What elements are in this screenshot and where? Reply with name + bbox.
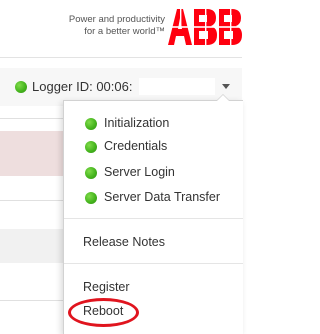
menu-item-release-notes[interactable]: Release Notes (64, 232, 243, 254)
menu-item-reboot[interactable]: Reboot (64, 301, 243, 323)
menu-item-server-data-transfer[interactable]: Server Data Transfer (64, 187, 243, 209)
menu-separator (64, 263, 243, 264)
logger-id-value (139, 78, 215, 95)
background-divider (0, 300, 64, 301)
menu-item-register[interactable]: Register (64, 277, 243, 299)
tagline-line-2: for a better world™ (84, 26, 165, 37)
background-panel (0, 229, 64, 263)
menu-item-label: Credentials (104, 139, 168, 153)
menu-item-server-login[interactable]: Server Login (64, 162, 243, 184)
menu-item-label: Register (83, 280, 130, 294)
logger-dropdown-menu: Initialization Credentials Server Login … (63, 94, 243, 334)
brand-tagline: Power and productivity for a better worl… (69, 14, 165, 38)
status-dot-icon (85, 141, 97, 153)
status-dot-icon (85, 118, 97, 130)
menu-separator (64, 218, 243, 219)
menu-item-label: Server Data Transfer (104, 190, 221, 204)
tagline-line-1: Power and productivity (68, 14, 165, 25)
logger-id-label: Logger ID: 00:06: (32, 79, 133, 94)
status-dot-icon (85, 192, 97, 204)
status-dot-icon (85, 167, 97, 179)
menu-item-label: Server Login (104, 165, 175, 179)
menu-item-initialization[interactable]: Initialization (64, 113, 243, 135)
caret-down-icon[interactable] (222, 84, 230, 89)
menu-item-label: Initialization (104, 116, 170, 130)
menu-item-label: Reboot (83, 304, 124, 318)
background-divider (0, 118, 64, 119)
background-divider (0, 200, 64, 201)
menu-item-label: Release Notes (83, 235, 165, 249)
app-header: Power and productivity for a better worl… (0, 0, 242, 57)
abb-logo (168, 9, 242, 45)
menu-item-credentials[interactable]: Credentials (64, 136, 243, 158)
header-divider (0, 57, 242, 58)
background-alert-panel (0, 131, 64, 176)
status-dot-icon (15, 81, 27, 93)
